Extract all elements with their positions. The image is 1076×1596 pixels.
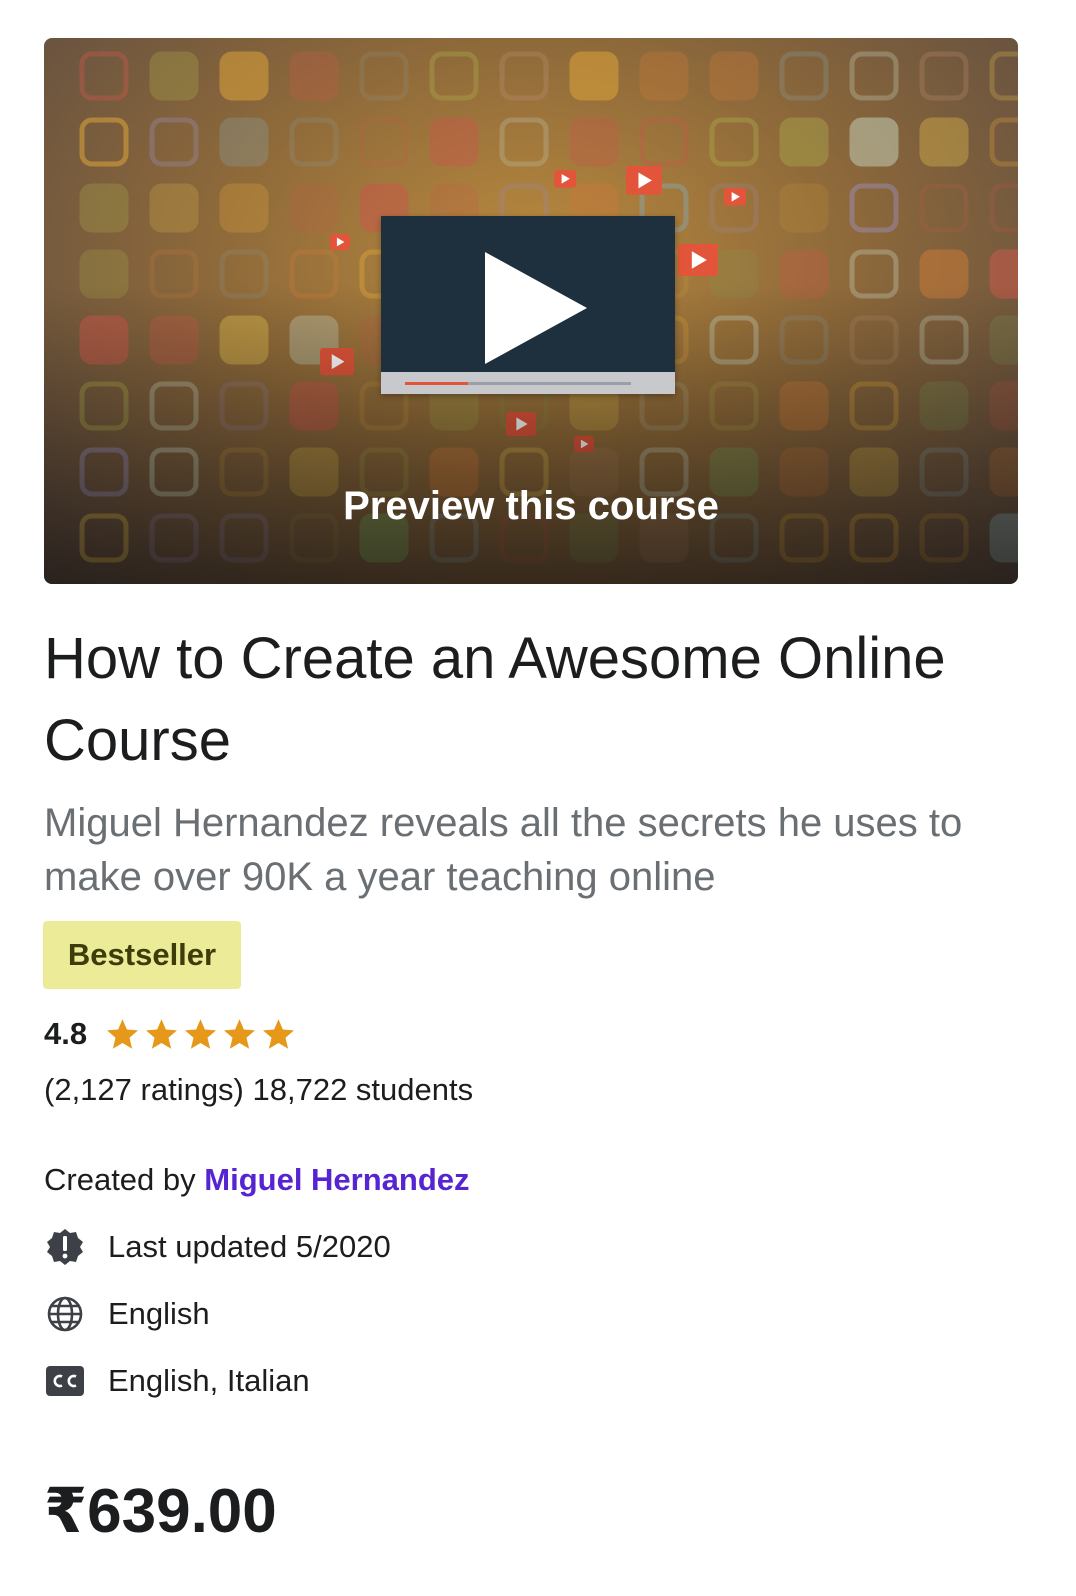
last-updated-text: Last updated 5/2020 [108, 1229, 391, 1264]
alert-badge-icon [44, 1226, 86, 1268]
player-progress-track [405, 382, 631, 385]
star-icon [146, 1018, 178, 1049]
star-icon [107, 1018, 139, 1049]
closed-captions-icon [44, 1360, 86, 1402]
language-text: English [108, 1296, 210, 1331]
preview-label: Preview this course [343, 484, 719, 528]
rating-row: 4.8 [44, 1016, 296, 1052]
created-by: Created by Miguel Hernandez [44, 1162, 470, 1198]
course-price: ₹639.00 [44, 1477, 277, 1546]
captions-text: English, Italian [108, 1363, 310, 1398]
rating-stars [105, 1017, 296, 1052]
created-by-label: Created by [44, 1162, 196, 1197]
instructor-link[interactable]: Miguel Hernandez [204, 1162, 469, 1197]
star-icon [263, 1018, 295, 1049]
bestseller-badge: Bestseller [43, 921, 241, 989]
last-updated-row: Last updated 5/2020 [44, 1226, 391, 1268]
globe-icon [44, 1293, 86, 1335]
language-row: English [44, 1293, 210, 1335]
course-preview-video[interactable]: Preview this course [44, 38, 1018, 584]
captions-row: English, Italian [44, 1360, 310, 1402]
course-title: How to Create an Awesome Online Course [44, 626, 946, 773]
play-icon[interactable] [481, 246, 591, 370]
player-control-bar [381, 372, 675, 394]
star-icon [224, 1018, 256, 1049]
player-progress-fill [405, 382, 469, 385]
star-icon [185, 1018, 217, 1049]
course-subtitle: Miguel Hernandez reveals all the secrets… [44, 801, 963, 899]
ratings-and-students[interactable]: (2,127 ratings) 18,722 students [44, 1072, 473, 1108]
rating-value: 4.8 [44, 1016, 88, 1051]
